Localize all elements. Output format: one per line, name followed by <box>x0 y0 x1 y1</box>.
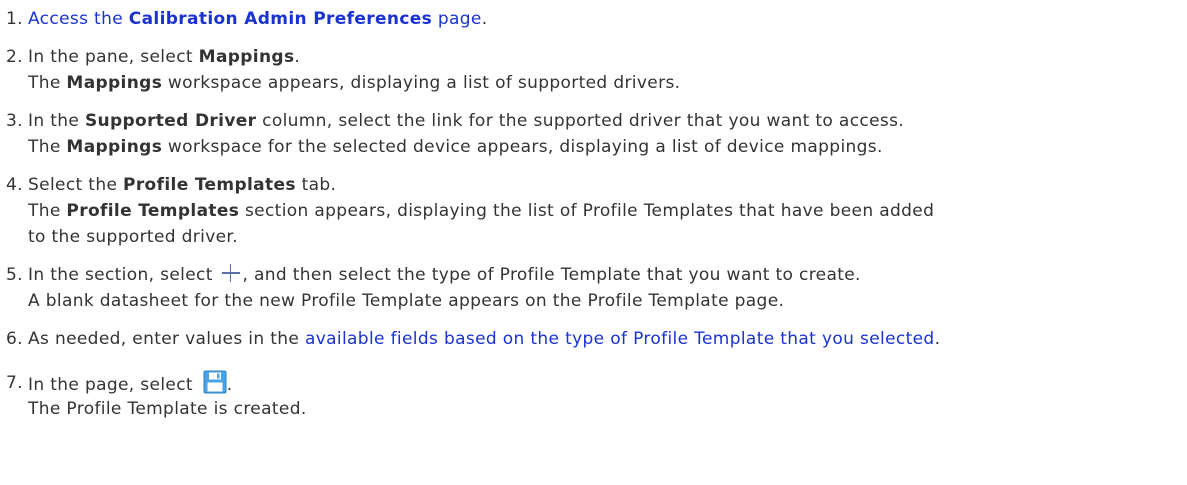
step-result: The Profile Template is created. <box>28 399 307 419</box>
step-4: 4. Select the Profile Templates tab. The… <box>0 172 1187 250</box>
step-number: 1. <box>6 9 23 29</box>
step-5: 5. In the section, select , and then sel… <box>0 262 1187 314</box>
calibration-admin-preferences-link[interactable]: Access the Calibration Admin Preferences… <box>28 9 482 29</box>
available-fields-link[interactable]: available fields based on the type of Pr… <box>305 329 935 349</box>
save-icon <box>203 370 227 394</box>
step-result: The Profile Templates section appears, d… <box>28 201 935 221</box>
step-number: 6. <box>6 329 23 349</box>
step-result: A blank datasheet for the new Profile Te… <box>28 291 785 311</box>
step-7: 7. In the page, select . The Profile Tem… <box>0 370 1187 422</box>
step-2: 2. In the pane, select Mappings. The Map… <box>0 44 1187 96</box>
step-instruction: In the Supported Driver column, select t… <box>28 111 905 131</box>
step-number: 3. <box>6 111 23 131</box>
step-result: The Mappings workspace appears, displayi… <box>28 73 681 93</box>
step-instruction: In the page, select . <box>28 370 232 398</box>
procedure-document: 1. Access the Calibration Admin Preferen… <box>0 0 1187 485</box>
step-instruction: In the pane, select Mappings. <box>28 47 301 67</box>
step-number: 7. <box>6 373 23 393</box>
step-6: 6. As needed, enter values in the availa… <box>0 326 1187 352</box>
plus-icon <box>221 264 240 282</box>
step-number: 5. <box>6 265 23 285</box>
step-1: 1. Access the Calibration Admin Preferen… <box>0 6 1187 32</box>
step-number: 2. <box>6 47 23 67</box>
step-instruction: In the section, select , and then select… <box>28 264 861 285</box>
step-result-continued: to the supported driver. <box>28 227 238 247</box>
step-instruction: Select the Profile Templates tab. <box>28 175 337 195</box>
step-instruction: As needed, enter values in the available… <box>28 329 941 349</box>
step-result: The Mappings workspace for the selected … <box>28 137 883 157</box>
step-3: 3. In the Supported Driver column, selec… <box>0 108 1187 160</box>
step-number: 4. <box>6 175 23 195</box>
